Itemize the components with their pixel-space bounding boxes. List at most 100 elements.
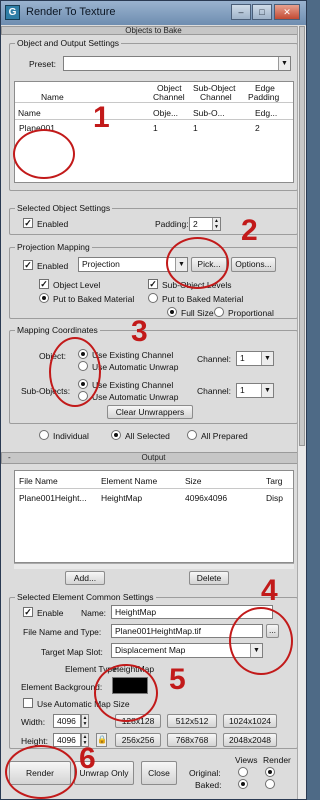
- close-button[interactable]: Close: [141, 761, 177, 785]
- height-input[interactable]: 4096: [53, 733, 81, 747]
- padding-spinner[interactable]: ▲ ▼: [212, 218, 220, 230]
- size-2048-button[interactable]: 2048x2048: [223, 733, 277, 747]
- close-icon[interactable]: ✕: [274, 4, 300, 20]
- output-collapse-toggle[interactable]: -: [8, 453, 11, 463]
- size-256-button[interactable]: 256x256: [115, 733, 161, 747]
- panel-scrollbar-thumb[interactable]: [299, 26, 305, 446]
- target-map-slot-label: Target Map Slot:: [41, 647, 103, 657]
- delete-button[interactable]: Delete: [189, 571, 229, 585]
- sub-use-auto-label: Use Automatic Unwrap: [92, 392, 179, 402]
- render-to-texture-window: G Render To Texture – □ ✕ Objects to Bak…: [0, 0, 307, 800]
- full-size-radio[interactable]: [167, 307, 177, 317]
- sub-object-levels-checkbox[interactable]: ✓: [148, 279, 158, 289]
- selected-enabled-checkbox[interactable]: ✓: [23, 218, 33, 228]
- annotation-circle-2: [166, 237, 229, 289]
- annotation-circle-4: [229, 607, 293, 675]
- output-row-size: 4096x4096: [185, 493, 228, 503]
- put-to-baked-radio[interactable]: [39, 293, 49, 303]
- proportional-radio[interactable]: [214, 307, 224, 317]
- baked-label: Baked:: [195, 780, 222, 790]
- element-settings-label: Selected Element Common Settings: [15, 592, 156, 602]
- size-1024-button[interactable]: 1024x1024: [223, 714, 277, 728]
- title-bar[interactable]: G Render To Texture – □ ✕: [1, 1, 306, 25]
- col-edge-header-2: Padding: [248, 92, 280, 102]
- output-table[interactable]: File Name Element Name Size Targ Plane00…: [14, 470, 294, 563]
- lock-icon[interactable]: 🔒: [96, 733, 107, 747]
- output-row-target: Disp: [266, 493, 284, 503]
- preset-dropdown[interactable]: ▼: [63, 56, 291, 71]
- height-value: 4096: [57, 735, 76, 745]
- object-channel-value: 1: [240, 353, 245, 363]
- header-divider: [15, 102, 293, 103]
- width-label: Width:: [21, 717, 46, 727]
- file-name-value: Plane001HeightMap.tif: [115, 626, 202, 636]
- object-output-settings-label: Object and Output Settings: [15, 38, 122, 48]
- all-prepared-radio[interactable]: [187, 430, 197, 440]
- width-input[interactable]: 4096: [53, 714, 81, 728]
- output-col-element-name: Element Name: [101, 476, 158, 486]
- width-value: 4096: [57, 716, 76, 726]
- subheader-edge: Edg...: [255, 108, 278, 118]
- table-row[interactable]: Plane001Height... HeightMap 4096x4096 Di…: [15, 490, 293, 504]
- rollout-objects-to-bake-label: Objects to Bake: [125, 26, 182, 35]
- output-header-divider: [15, 488, 293, 489]
- rollout-output[interactable]: - Output: [1, 452, 306, 464]
- selected-enabled-label: Enabled: [37, 219, 69, 229]
- sub-channel-dropdown[interactable]: 1 ▼: [236, 383, 274, 398]
- maximize-icon[interactable]: □: [252, 4, 272, 20]
- annotation-circle-3: [49, 337, 101, 407]
- element-name-value: HeightMap: [115, 607, 157, 617]
- annotation-number-4: 4: [261, 574, 278, 607]
- put-to-baked-sub-radio[interactable]: [148, 293, 158, 303]
- size-512-button[interactable]: 512x512: [167, 714, 217, 728]
- options-button[interactable]: Options...: [231, 257, 276, 272]
- width-spinner[interactable]: ▲ ▼: [81, 714, 89, 728]
- auto-map-size-checkbox[interactable]: [23, 698, 33, 708]
- output-row-file: Plane001Height...: [19, 493, 87, 503]
- proportional-label: Proportional: [228, 308, 274, 318]
- baked-render-radio[interactable]: [265, 779, 275, 789]
- col-subobject-header-2: Channel: [200, 92, 232, 102]
- padding-input[interactable]: 2 ▲ ▼: [189, 217, 221, 231]
- object-channel-dropdown[interactable]: 1 ▼: [236, 351, 274, 366]
- clear-unwrappers-button[interactable]: Clear Unwrappers: [107, 405, 193, 419]
- padding-label: Padding:: [155, 219, 189, 229]
- subheader-name: Name: [18, 108, 41, 118]
- annotation-number-6: 6: [79, 742, 96, 775]
- baked-views-radio[interactable]: [238, 779, 248, 789]
- render-col-label: Render: [263, 755, 291, 765]
- element-enable-checkbox[interactable]: ✓: [23, 607, 33, 617]
- annotation-number-1: 1: [93, 101, 110, 134]
- sub-use-existing-label: Use Existing Channel: [92, 380, 174, 390]
- individual-radio[interactable]: [39, 430, 49, 440]
- projection-enabled-checkbox[interactable]: ✓: [23, 260, 33, 270]
- output-col-size: Size: [185, 476, 202, 486]
- panel-scrollbar[interactable]: [297, 26, 306, 799]
- annotation-circle-5: [94, 664, 158, 722]
- col-object-header-2: Channel: [153, 92, 185, 102]
- put-to-baked-label: Put to Baked Material: [53, 294, 135, 304]
- output-row-element: HeightMap: [101, 493, 143, 503]
- minimize-icon[interactable]: –: [231, 4, 251, 20]
- projection-value: Projection: [82, 259, 120, 269]
- sub-channel-value: 1: [240, 385, 245, 395]
- original-render-radio[interactable]: [265, 767, 275, 777]
- projection-enabled-label: Enabled: [37, 261, 69, 271]
- views-label: Views: [235, 755, 258, 765]
- chevron-down-icon: ▼: [261, 352, 273, 365]
- annotation-circle-6: [5, 745, 77, 799]
- original-views-radio[interactable]: [238, 767, 248, 777]
- add-button[interactable]: Add...: [65, 571, 105, 585]
- selected-object-settings-label: Selected Object Settings: [15, 203, 113, 213]
- original-label: Original:: [189, 768, 221, 778]
- all-selected-radio[interactable]: [111, 430, 121, 440]
- element-background-label: Element Background:: [21, 682, 103, 692]
- size-768-button[interactable]: 768x768: [167, 733, 217, 747]
- object-level-checkbox[interactable]: ✓: [39, 279, 49, 289]
- rollout-objects-to-bake[interactable]: Objects to Bake: [1, 26, 306, 35]
- rollout-output-label: Output: [141, 453, 166, 462]
- subheader-object: Obje...: [153, 108, 179, 118]
- object-channel-label: Channel:: [197, 354, 232, 364]
- output-horizontal-scrollbar[interactable]: [14, 563, 294, 569]
- file-name-type-label: File Name and Type:: [23, 627, 102, 637]
